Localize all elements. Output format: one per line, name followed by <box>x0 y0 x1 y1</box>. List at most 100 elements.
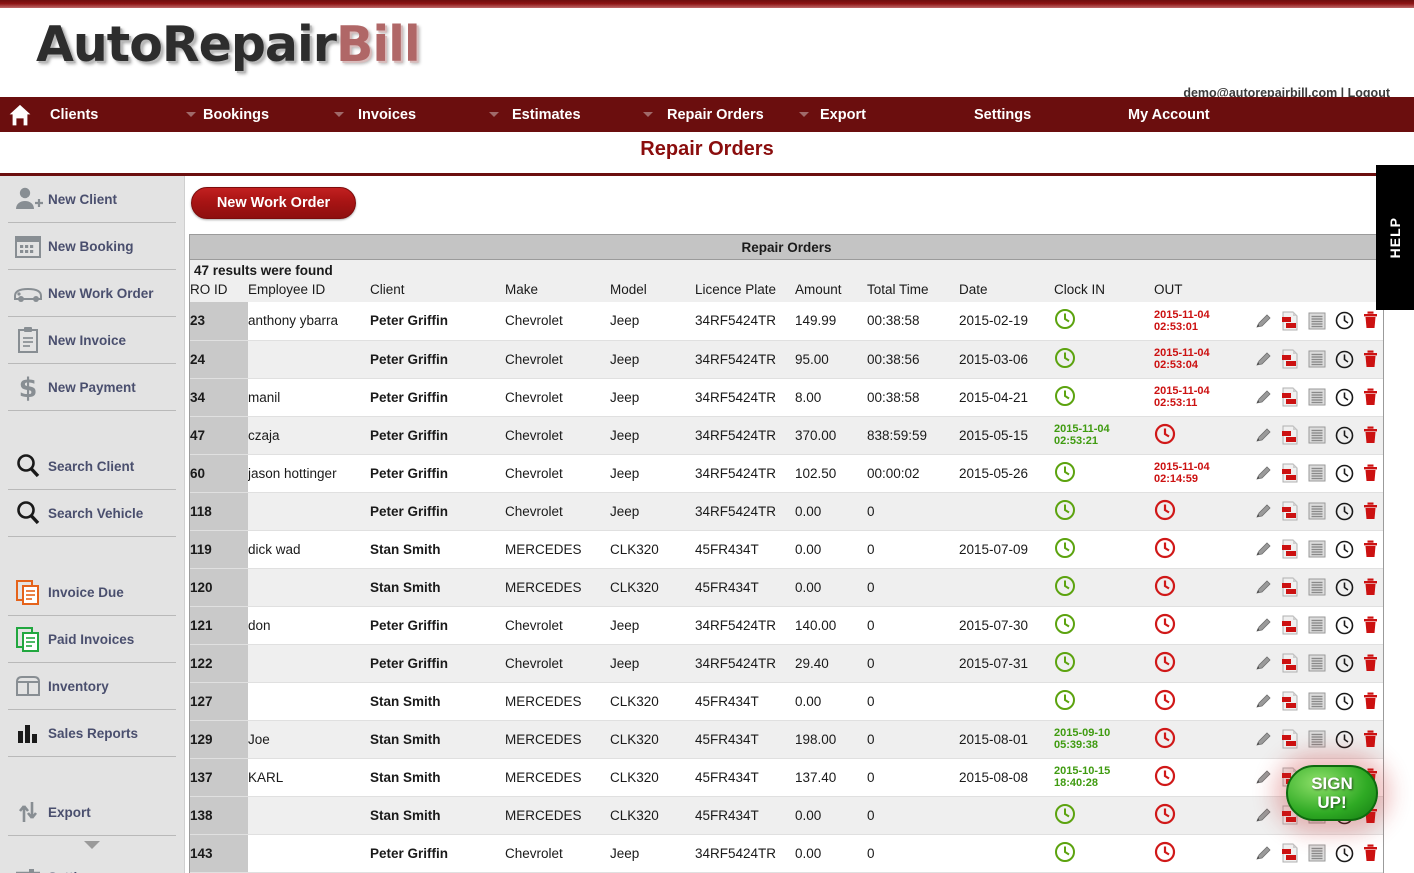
edit-pencil-icon[interactable] <box>1254 692 1272 710</box>
table-row[interactable]: 47czajaPeter GriffinChevroletJeep34RF542… <box>190 416 1384 454</box>
cell-clock-in[interactable]: 2015-11-0402:53:21 <box>1054 416 1154 454</box>
cell-clock-in[interactable] <box>1054 644 1154 682</box>
cell-clock-in[interactable] <box>1054 492 1154 530</box>
cell-client[interactable]: Peter Griffin <box>370 606 505 644</box>
cell-client[interactable]: Stan Smith <box>370 720 505 758</box>
cell-client[interactable]: Stan Smith <box>370 796 505 834</box>
delete-trash-icon[interactable] <box>1363 730 1378 749</box>
pdf-icon[interactable] <box>1281 843 1299 863</box>
cell-clock-out[interactable]: 2015-11-0402:53:01 <box>1154 302 1252 340</box>
clock-in-green-icon[interactable] <box>1054 537 1076 559</box>
cell-clock-out[interactable] <box>1154 682 1252 720</box>
clock-icon[interactable] <box>1335 350 1354 369</box>
cell-clock-in[interactable] <box>1054 454 1154 492</box>
table-row[interactable]: 137KARLStan SmithMERCEDESCLK32045FR434T1… <box>190 758 1384 796</box>
clock-icon[interactable] <box>1335 426 1354 445</box>
edit-pencil-icon[interactable] <box>1254 312 1272 330</box>
table-row[interactable]: 60jason hottingerPeter GriffinChevroletJ… <box>190 454 1384 492</box>
delete-trash-icon[interactable] <box>1363 578 1378 597</box>
sidebar-item-paid-invoices[interactable]: Paid Invoices <box>8 616 176 663</box>
table-row[interactable]: 120Stan SmithMERCEDESCLK32045FR434T0.000 <box>190 568 1384 606</box>
clock-out-red-icon[interactable] <box>1154 575 1176 597</box>
cell-client[interactable]: Peter Griffin <box>370 378 505 416</box>
cell-clock-in[interactable]: 2015-09-1005:39:38 <box>1054 720 1154 758</box>
edit-pencil-icon[interactable] <box>1254 730 1272 748</box>
cell-clock-in[interactable] <box>1054 834 1154 872</box>
cell-clock-out[interactable] <box>1154 834 1252 872</box>
cell-ro-id[interactable]: 24 <box>190 340 248 378</box>
cell-licence-plate[interactable]: 34RF5424TR <box>695 454 795 492</box>
list-lines-icon[interactable] <box>1308 616 1326 634</box>
clock-in-green-icon[interactable] <box>1054 347 1076 369</box>
list-lines-icon[interactable] <box>1308 464 1326 482</box>
clock-icon[interactable] <box>1335 844 1354 863</box>
delete-trash-icon[interactable] <box>1363 844 1378 863</box>
table-row[interactable]: 23anthony ybarraPeter GriffinChevroletJe… <box>190 302 1384 340</box>
nav-item-settings[interactable]: Settings <box>974 97 1031 132</box>
list-lines-icon[interactable] <box>1308 426 1326 444</box>
edit-pencil-icon[interactable] <box>1254 350 1272 368</box>
cell-licence-plate[interactable]: 34RF5424TR <box>695 492 795 530</box>
pdf-icon[interactable] <box>1281 691 1299 711</box>
table-row[interactable]: 143Peter GriffinChevroletJeep34RF5424TR0… <box>190 834 1384 872</box>
table-row[interactable]: 24Peter GriffinChevroletJeep34RF5424TR95… <box>190 340 1384 378</box>
clock-out-red-icon[interactable] <box>1154 613 1176 635</box>
clock-icon[interactable] <box>1335 654 1354 673</box>
edit-pencil-icon[interactable] <box>1254 578 1272 596</box>
pdf-icon[interactable] <box>1281 577 1299 597</box>
cell-licence-plate[interactable]: 45FR434T <box>695 568 795 606</box>
sidebar-item-new-client[interactable]: New Client <box>8 176 176 223</box>
delete-trash-icon[interactable] <box>1363 426 1378 445</box>
delete-trash-icon[interactable] <box>1363 311 1378 330</box>
clock-icon[interactable] <box>1335 502 1354 521</box>
clock-in-green-icon[interactable] <box>1054 499 1076 521</box>
chevron-down-icon[interactable] <box>489 112 499 117</box>
column-header-licence-plate[interactable]: Licence Plate <box>695 280 795 302</box>
cell-clock-in[interactable] <box>1054 530 1154 568</box>
cell-licence-plate[interactable]: 34RF5424TR <box>695 378 795 416</box>
clock-icon[interactable] <box>1335 311 1354 330</box>
cell-client[interactable]: Peter Griffin <box>370 302 505 340</box>
column-header-actions[interactable] <box>1252 280 1384 302</box>
clock-in-green-icon[interactable] <box>1054 841 1076 863</box>
column-header-clock-in[interactable]: Clock IN <box>1054 280 1154 302</box>
cell-licence-plate[interactable]: 34RF5424TR <box>695 644 795 682</box>
list-lines-icon[interactable] <box>1308 844 1326 862</box>
column-header-employee-id[interactable]: Employee ID <box>248 280 370 302</box>
help-tab[interactable]: HELP <box>1376 165 1414 310</box>
pdf-icon[interactable] <box>1281 425 1299 445</box>
chevron-down-icon[interactable] <box>186 112 196 117</box>
cell-client[interactable]: Stan Smith <box>370 568 505 606</box>
pdf-icon[interactable] <box>1281 349 1299 369</box>
column-header-date[interactable]: Date <box>959 280 1054 302</box>
pdf-icon[interactable] <box>1281 463 1299 483</box>
sidebar-item-inventory[interactable]: Inventory <box>8 663 176 710</box>
list-lines-icon[interactable] <box>1308 654 1326 672</box>
delete-trash-icon[interactable] <box>1363 692 1378 711</box>
clock-in-green-icon[interactable] <box>1054 613 1076 635</box>
list-lines-icon[interactable] <box>1308 502 1326 520</box>
clock-icon[interactable] <box>1335 388 1354 407</box>
cell-ro-id[interactable]: 122 <box>190 644 248 682</box>
cell-client[interactable]: Stan Smith <box>370 682 505 720</box>
edit-pencil-icon[interactable] <box>1254 464 1272 482</box>
cell-ro-id[interactable]: 121 <box>190 606 248 644</box>
table-row[interactable]: 122Peter GriffinChevroletJeep34RF5424TR2… <box>190 644 1384 682</box>
cell-clock-out[interactable] <box>1154 796 1252 834</box>
cell-ro-id[interactable]: 143 <box>190 834 248 872</box>
delete-trash-icon[interactable] <box>1363 616 1378 635</box>
clock-in-green-icon[interactable] <box>1054 689 1076 711</box>
sidebar-item-new-work-order[interactable]: New Work Order <box>8 270 176 317</box>
clock-in-green-icon[interactable] <box>1054 651 1076 673</box>
edit-pencil-icon[interactable] <box>1254 426 1272 444</box>
clock-out-red-icon[interactable] <box>1154 727 1176 749</box>
cell-clock-in[interactable]: 2015-10-1518:40:28 <box>1054 758 1154 796</box>
cell-client[interactable]: Peter Griffin <box>370 644 505 682</box>
edit-pencil-icon[interactable] <box>1254 540 1272 558</box>
column-header-ro-id[interactable]: RO ID <box>190 280 248 302</box>
list-lines-icon[interactable] <box>1308 312 1326 330</box>
cell-ro-id[interactable]: 34 <box>190 378 248 416</box>
cell-clock-out[interactable] <box>1154 416 1252 454</box>
clock-out-red-icon[interactable] <box>1154 499 1176 521</box>
cell-licence-plate[interactable]: 45FR434T <box>695 720 795 758</box>
